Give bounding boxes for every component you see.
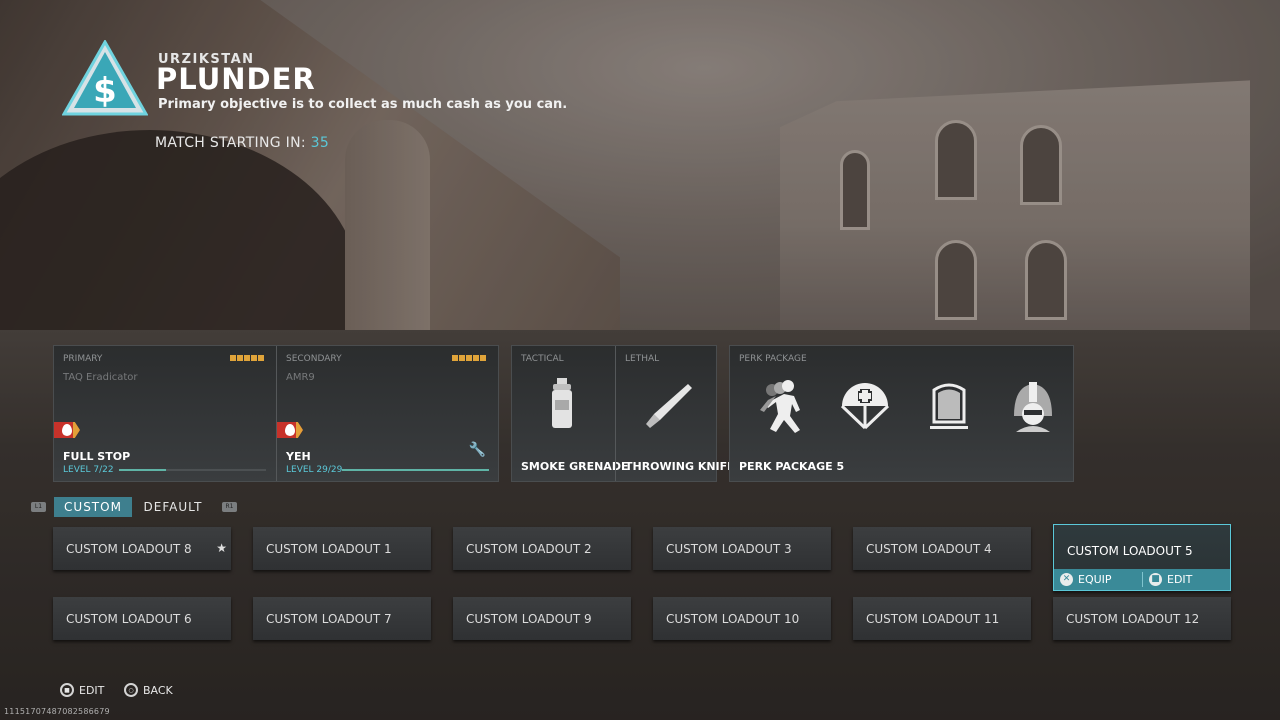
edit-hint-label: EDIT bbox=[79, 683, 105, 697]
loadout-button[interactable]: CUSTOM LOADOUT 2 bbox=[453, 527, 631, 570]
mode-description: Primary objective is to collect as much … bbox=[158, 97, 568, 112]
cross-button-icon: ✕ bbox=[1060, 573, 1073, 586]
secondary-level-bar bbox=[342, 469, 489, 471]
tab-custom[interactable]: CUSTOM bbox=[54, 497, 132, 517]
plunder-mode-emblem-icon: $ bbox=[62, 40, 148, 116]
star-icon: ★ bbox=[216, 541, 227, 555]
equip-action[interactable]: ✕ EQUIP bbox=[1060, 573, 1112, 586]
match-countdown-value: 35 bbox=[310, 135, 330, 151]
loadout-button[interactable]: CUSTOM LOADOUT 12 bbox=[1053, 597, 1231, 640]
loadout-label: CUSTOM LOADOUT 1 bbox=[266, 542, 392, 556]
fire-badge-icon bbox=[54, 422, 80, 438]
loadout-label: CUSTOM LOADOUT 3 bbox=[666, 542, 792, 556]
tab-default[interactable]: DEFAULT bbox=[134, 497, 212, 517]
weapons-panel: PRIMARY TAQ Eradicator FULL STOP LEVEL 7… bbox=[53, 345, 499, 482]
helmet-icon bbox=[1014, 382, 1052, 432]
svg-text:$: $ bbox=[93, 71, 117, 111]
loadout-button[interactable]: CUSTOM LOADOUT 6 bbox=[53, 597, 231, 640]
secondary-weapon-slot[interactable]: SECONDARY AMR9 🔧 YEH LEVEL 29/29 bbox=[276, 346, 498, 481]
loadout-button[interactable]: CUSTOM LOADOUT 4 bbox=[853, 527, 1031, 570]
double-time-icon bbox=[760, 380, 800, 433]
primary-weapon-name: TAQ Eradicator bbox=[63, 372, 138, 383]
armor-plate-icon bbox=[930, 383, 968, 429]
match-countdown-label: MATCH STARTING IN: bbox=[155, 135, 306, 151]
loadout-button[interactable]: CUSTOM LOADOUT 3 bbox=[653, 527, 831, 570]
scavenger-medic-icon bbox=[840, 383, 890, 430]
tactical-item-name: SMOKE GRENADE bbox=[521, 460, 629, 473]
loadout-label: CUSTOM LOADOUT 8 bbox=[66, 542, 192, 556]
tactical-slot[interactable]: TACTICAL SMOKE GRENADE bbox=[512, 346, 628, 481]
loadout-label: CUSTOM LOADOUT 11 bbox=[866, 612, 1000, 626]
loadout-label: CUSTOM LOADOUT 2 bbox=[466, 542, 592, 556]
throwing-knife-icon bbox=[646, 384, 692, 428]
loadout-label: CUSTOM LOADOUT 7 bbox=[266, 612, 392, 626]
secondary-blueprint-name: YEH bbox=[286, 450, 311, 463]
loadout-button[interactable]: CUSTOM LOADOUT 9 bbox=[453, 597, 631, 640]
smoke-grenade-icon bbox=[552, 378, 572, 428]
primary-weapon-slot[interactable]: PRIMARY TAQ Eradicator FULL STOP LEVEL 7… bbox=[54, 346, 276, 481]
loadout-label: CUSTOM LOADOUT 4 bbox=[866, 542, 992, 556]
square-button-icon: ■ bbox=[1149, 573, 1162, 586]
left-bumper-icon: L1 bbox=[31, 502, 46, 512]
loadout-button[interactable]: CUSTOM LOADOUT 11 bbox=[853, 597, 1031, 640]
square-button-icon: ■ bbox=[60, 683, 74, 697]
wrench-icon: 🔧 bbox=[468, 442, 486, 458]
lethal-slot[interactable]: LETHAL THROWING KNIFE bbox=[615, 346, 735, 481]
primary-rating bbox=[230, 355, 264, 361]
match-countdown: MATCH STARTING IN: 35 bbox=[155, 135, 329, 151]
secondary-slot-label: SECONDARY bbox=[286, 354, 342, 364]
back-hint-label: BACK bbox=[143, 683, 173, 697]
loadout-label: CUSTOM LOADOUT 6 bbox=[66, 612, 192, 626]
mode-title: PLUNDER bbox=[156, 62, 316, 96]
loadout-button[interactable]: CUSTOM LOADOUT 10 bbox=[653, 597, 831, 640]
edit-label: EDIT bbox=[1167, 573, 1193, 586]
loadout-label: CUSTOM LOADOUT 12 bbox=[1066, 612, 1200, 626]
perk-package-panel[interactable]: PERK PACKAGE PERK PACKAGE 5 bbox=[729, 345, 1074, 482]
lethal-slot-label: LETHAL bbox=[625, 354, 660, 364]
equipment-panel: TACTICAL SMOKE GRENADE LETHAL THROWING K… bbox=[511, 345, 735, 482]
loadout-label: CUSTOM LOADOUT 9 bbox=[466, 612, 592, 626]
loadout-label: CUSTOM LOADOUT 5 bbox=[1067, 544, 1193, 558]
edit-hint[interactable]: ■ EDIT bbox=[60, 683, 104, 697]
loadout-label: CUSTOM LOADOUT 10 bbox=[666, 612, 800, 626]
loadout-button[interactable]: CUSTOM LOADOUT 1 bbox=[253, 527, 431, 570]
secondary-level: LEVEL 29/29 bbox=[286, 465, 343, 475]
perk-slot-label: PERK PACKAGE bbox=[739, 354, 807, 364]
back-hint[interactable]: ○ BACK bbox=[124, 683, 173, 697]
loadout-button-selected[interactable]: CUSTOM LOADOUT 5 ✕ EQUIP ■ EDIT bbox=[1053, 524, 1231, 591]
right-bumper-icon: R1 bbox=[222, 502, 237, 512]
perk-package-name: PERK PACKAGE 5 bbox=[739, 460, 845, 473]
equip-label: EQUIP bbox=[1078, 573, 1112, 586]
tactical-slot-label: TACTICAL bbox=[521, 354, 564, 364]
secondary-weapon-name: AMR9 bbox=[286, 372, 315, 383]
fire-badge-icon bbox=[277, 422, 303, 438]
primary-level: LEVEL 7/22 bbox=[63, 465, 114, 475]
loadout-button[interactable]: CUSTOM LOADOUT 8 ★ bbox=[53, 527, 231, 570]
primary-blueprint-name: FULL STOP bbox=[63, 450, 131, 463]
loadout-button[interactable]: CUSTOM LOADOUT 7 bbox=[253, 597, 431, 640]
secondary-rating bbox=[452, 355, 486, 361]
primary-slot-label: PRIMARY bbox=[63, 354, 103, 364]
primary-level-bar bbox=[119, 469, 266, 471]
circle-button-icon: ○ bbox=[124, 683, 138, 697]
edit-action[interactable]: ■ EDIT bbox=[1149, 573, 1192, 586]
build-version: 11151707487082586679 bbox=[4, 707, 110, 716]
lethal-item-name: THROWING KNIFE bbox=[625, 460, 735, 473]
loadout-actions: ✕ EQUIP ■ EDIT bbox=[1054, 569, 1230, 590]
